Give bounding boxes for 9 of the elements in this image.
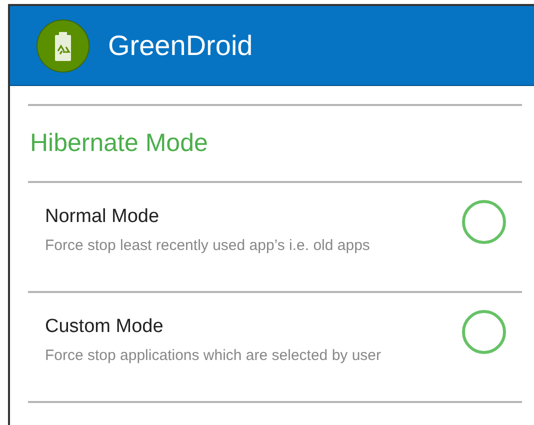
option-title: Normal Mode bbox=[45, 205, 160, 229]
option-description: Force stop applications which are selected by user bbox=[45, 346, 382, 366]
radio-button[interactable] bbox=[462, 200, 506, 244]
section-title: Hibernate Mode bbox=[30, 128, 208, 159]
battery-recycle-icon bbox=[36, 18, 90, 72]
option-title: Custom Mode bbox=[45, 315, 164, 339]
option-description: Force stop least recently used app’s i.e. old apps bbox=[45, 236, 371, 256]
radio-button[interactable] bbox=[462, 310, 506, 354]
app-title: GreenDroid bbox=[108, 28, 253, 62]
